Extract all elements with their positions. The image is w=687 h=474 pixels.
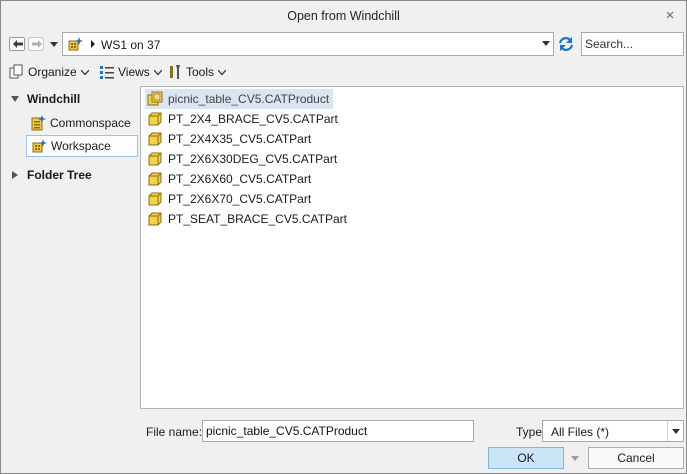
address-dropdown-icon[interactable]: [541, 41, 551, 47]
back-button[interactable]: [9, 37, 25, 51]
organize-menu[interactable]: Organize: [9, 63, 89, 81]
ok-button[interactable]: OK: [488, 447, 564, 469]
chevron-down-icon: [571, 456, 579, 461]
navigation-pane: Windchill Commonspace Workspace Folder T…: [6, 86, 138, 470]
assembly-file-icon: [147, 91, 163, 106]
part-file-icon: [148, 132, 162, 146]
window-title: Open from Windchill: [287, 9, 400, 23]
arrow-left-icon: [13, 40, 23, 48]
list-item[interactable]: PT_2X6X30DEG_CV5.CATPart: [145, 149, 341, 169]
part-file-icon: [148, 152, 162, 166]
chevron-down-icon: [80, 69, 89, 75]
windchill-group[interactable]: Windchill: [10, 92, 80, 106]
refresh-button[interactable]: [555, 32, 577, 56]
organize-label: Organize: [28, 65, 77, 79]
folder-tree-group[interactable]: Folder Tree: [10, 168, 92, 182]
forward-button[interactable]: [28, 37, 44, 51]
cancel-button[interactable]: Cancel: [588, 447, 684, 469]
part-file-icon: [148, 192, 162, 206]
tools-label: Tools: [186, 65, 215, 79]
list-item[interactable]: PT_2X4X35_CV5.CATPart: [145, 129, 315, 149]
file-name-label: File name:: [146, 425, 203, 439]
workspace-icon: [68, 37, 83, 51]
tools-menu[interactable]: Tools: [167, 63, 227, 81]
breadcrumb-separator-icon[interactable]: [90, 40, 96, 48]
chevron-down-icon: [218, 69, 227, 75]
file-name: PT_SEAT_BRACE_CV5.CATPart: [168, 212, 347, 226]
type-value: All Files (*): [551, 425, 610, 439]
sidebar-item-commonspace[interactable]: Commonspace: [26, 112, 138, 134]
type-select[interactable]: All Files (*): [542, 420, 684, 442]
tools-icon: [170, 65, 180, 79]
file-name: PT_2X6X70_CV5.CATPart: [168, 192, 312, 206]
sidebar-item-label: Workspace: [51, 139, 111, 153]
file-name: PT_2X4X35_CV5.CATPart: [168, 132, 312, 146]
windchill-label: Windchill: [27, 92, 81, 106]
chevron-down-icon: [672, 429, 680, 434]
list-item[interactable]: picnic_table_CV5.CATProduct: [145, 89, 334, 109]
address-bar[interactable]: WS1 on 37: [62, 32, 554, 56]
list-item[interactable]: PT_2X6X60_CV5.CATPart: [145, 169, 315, 189]
type-dropdown-button[interactable]: [667, 421, 683, 441]
list-item[interactable]: PT_2X6X70_CV5.CATPart: [145, 189, 315, 209]
file-name: picnic_table_CV5.CATProduct: [168, 92, 330, 106]
arrow-right-icon: [32, 40, 42, 48]
commonspace-icon: [31, 115, 46, 131]
search-input[interactable]: [581, 32, 684, 56]
folder-tree-label: Folder Tree: [27, 168, 92, 182]
part-file-icon: [148, 112, 162, 126]
open-from-windchill-dialog: Open from Windchill × WS1 on 37 Search..…: [0, 0, 687, 474]
part-file-icon: [148, 172, 162, 186]
title-bar: Open from Windchill ×: [1, 1, 686, 31]
workspace-icon: [32, 139, 47, 153]
organize-icon: [9, 64, 23, 79]
views-icon: [100, 66, 114, 79]
expand-down-icon[interactable]: [10, 95, 20, 103]
ok-options-dropdown[interactable]: [565, 447, 585, 469]
history-dropdown-icon[interactable]: [49, 39, 59, 49]
views-label: Views: [118, 65, 150, 79]
part-file-icon: [148, 212, 162, 226]
file-name-field[interactable]: [202, 420, 474, 442]
views-menu[interactable]: Views: [99, 63, 162, 81]
file-list[interactable]: picnic_table_CV5.CATProduct PT_2X4_BRACE…: [140, 86, 684, 409]
file-name: PT_2X6X60_CV5.CATPart: [168, 172, 312, 186]
file-name: PT_2X6X30DEG_CV5.CATPart: [168, 152, 338, 166]
sidebar-item-label: Commonspace: [50, 116, 131, 130]
address-path[interactable]: WS1 on 37: [101, 38, 160, 52]
chevron-down-icon: [153, 69, 162, 75]
type-label: Type: [516, 425, 543, 439]
list-item[interactable]: PT_SEAT_BRACE_CV5.CATPart: [145, 209, 351, 229]
expand-right-icon[interactable]: [10, 171, 20, 179]
list-item[interactable]: PT_2X4_BRACE_CV5.CATPart: [145, 109, 342, 129]
close-button[interactable]: ×: [660, 6, 680, 26]
refresh-icon: [558, 37, 574, 51]
file-name: PT_2X4_BRACE_CV5.CATPart: [168, 112, 338, 126]
sidebar-item-workspace[interactable]: Workspace: [26, 135, 138, 157]
